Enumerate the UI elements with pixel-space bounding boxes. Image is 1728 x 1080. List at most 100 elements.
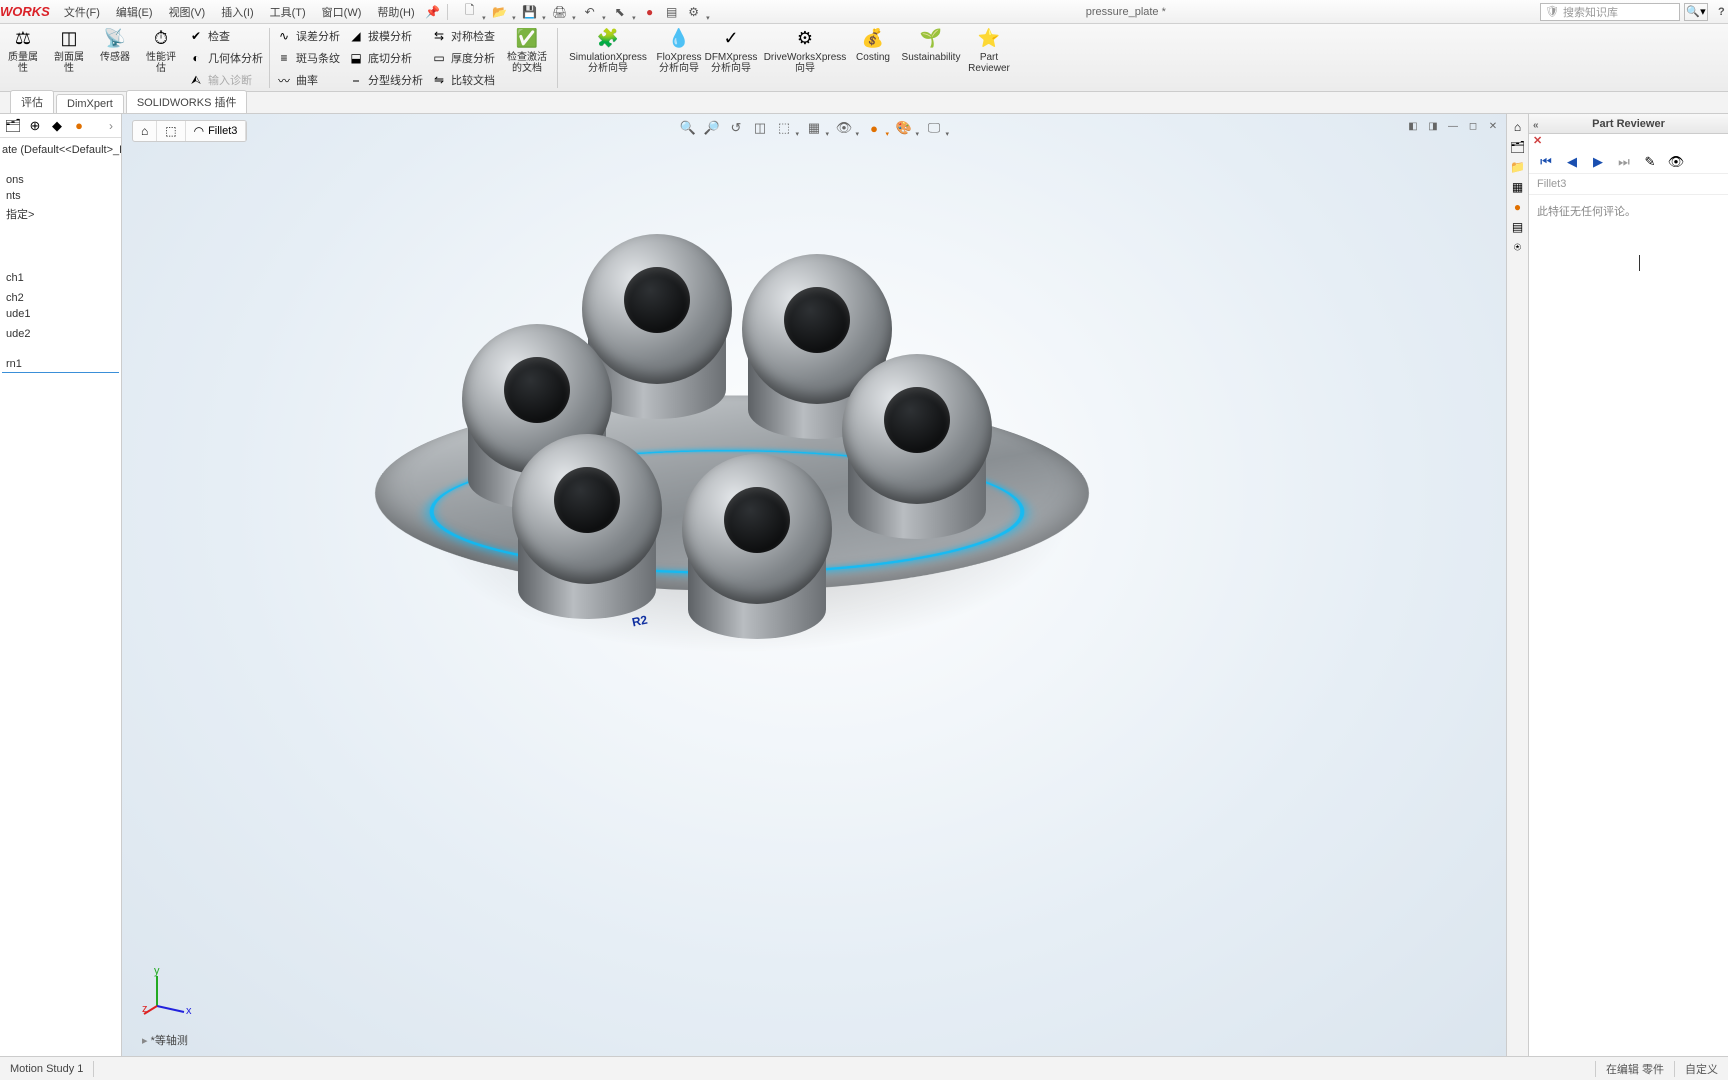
hide-show-icon[interactable]: 👁: [833, 118, 855, 138]
mass-properties-button[interactable]: ⚖质量属性: [0, 24, 46, 76]
appearances-icon[interactable]: ●: [1509, 198, 1527, 216]
feature-tree[interactable]: ate (Default<<Default>_P ons nts 指定> ch1…: [0, 138, 121, 1056]
tree-item[interactable]: ude2: [2, 326, 119, 342]
thickness-analysis-button[interactable]: ▭厚度分析: [431, 48, 495, 68]
undo-icon[interactable]: ↶: [580, 2, 600, 22]
zebra-stripes-button[interactable]: ≡斑马条纹: [276, 48, 340, 68]
next-icon[interactable]: ▶: [1587, 153, 1609, 171]
section-view-icon[interactable]: ◫: [749, 118, 771, 138]
geometry-analysis-button[interactable]: ◐几何体分析: [188, 48, 263, 68]
menu-help[interactable]: 帮助(H): [369, 4, 422, 20]
breadcrumb-home[interactable]: ⌂: [133, 121, 157, 141]
dock-right-icon[interactable]: ◨: [1424, 118, 1442, 134]
tree-item[interactable]: ch1: [2, 270, 119, 286]
display-style-icon[interactable]: ▦: [803, 118, 825, 138]
menu-tools[interactable]: 工具(T): [262, 4, 314, 20]
tree-item[interactable]: 指定>: [2, 204, 119, 224]
last-icon[interactable]: ⏭: [1613, 153, 1635, 171]
draft-analysis-button[interactable]: ◢拔模分析: [348, 26, 423, 46]
view-palette-icon[interactable]: ▦: [1509, 178, 1527, 196]
design-library-icon[interactable]: 🗂: [1509, 138, 1527, 156]
view-settings-icon[interactable]: 🖵: [923, 118, 945, 138]
search-button[interactable]: 🔍▾: [1684, 3, 1708, 21]
tab-dimxpert[interactable]: DimXpert: [56, 94, 124, 113]
menu-insert[interactable]: 插入(I): [213, 4, 261, 20]
zoom-fit-icon[interactable]: 🔍: [677, 118, 699, 138]
menu-window[interactable]: 窗口(W): [314, 4, 370, 20]
menu-file[interactable]: 文件(F): [56, 4, 108, 20]
options-icon[interactable]: ▤: [662, 2, 682, 22]
tree-item[interactable]: nts: [2, 188, 119, 204]
rebuild-icon[interactable]: ●: [640, 2, 660, 22]
breadcrumb-part[interactable]: ⬚: [157, 121, 185, 141]
forum-icon[interactable]: ⍟: [1509, 238, 1527, 256]
simulationxpress-button[interactable]: 🧩SimulationXpress分析向导: [560, 24, 656, 76]
expand-panel-icon[interactable]: ›: [105, 119, 117, 133]
parting-line-button[interactable]: ⎯分型线分析: [348, 70, 423, 90]
check-button[interactable]: ✔检查: [188, 26, 263, 46]
save-icon[interactable]: 💾: [520, 2, 540, 22]
dfmxpress-button[interactable]: ✓DFMXpress分析向导: [702, 24, 760, 76]
part-reviewer-button[interactable]: ⭐PartReviewer: [966, 24, 1012, 76]
collapse-icon[interactable]: «: [1533, 116, 1539, 136]
deviation-analysis-button[interactable]: ∿误差分析: [276, 26, 340, 46]
tree-item[interactable]: ons: [2, 172, 119, 188]
import-diagnostics-button[interactable]: ⮙输入诊断: [188, 70, 263, 90]
select-icon[interactable]: ⬉: [610, 2, 630, 22]
status-custom[interactable]: 自定义: [1674, 1061, 1728, 1077]
open-icon[interactable]: 📂: [490, 2, 510, 22]
tree-item[interactable]: ch2: [2, 290, 119, 306]
appearance-tab-icon[interactable]: ●: [70, 117, 88, 135]
prev-view-icon[interactable]: ↺: [725, 118, 747, 138]
orientation-triad[interactable]: y x z: [142, 966, 192, 1016]
costing-button[interactable]: 💰Costing: [850, 24, 896, 65]
tree-item[interactable]: ude1: [2, 306, 119, 322]
check-active-doc-button[interactable]: ✅检查激活的文档: [499, 24, 555, 76]
print-icon[interactable]: 🖨: [550, 2, 570, 22]
breadcrumb-feature[interactable]: ◠Fillet3: [186, 121, 247, 141]
property-manager-tab-icon[interactable]: ⊕: [26, 117, 44, 135]
home-icon[interactable]: ⌂: [1509, 118, 1527, 136]
performance-eval-button[interactable]: ⏱性能评估: [138, 24, 184, 76]
menu-view[interactable]: 视图(V): [161, 4, 214, 20]
dock-left-icon[interactable]: ◧: [1404, 118, 1422, 134]
search-input[interactable]: 🛡 搜索知识库: [1540, 3, 1680, 21]
zoom-area-icon[interactable]: 🔎: [701, 118, 723, 138]
sensor-button[interactable]: 📡传感器: [92, 24, 138, 65]
appearance-icon[interactable]: ●: [863, 118, 885, 138]
view-orientation-icon[interactable]: ⬚: [773, 118, 795, 138]
section-properties-button[interactable]: ◫剖面属性: [46, 24, 92, 76]
tree-item[interactable]: rn1: [2, 356, 119, 373]
edit-icon[interactable]: ✎: [1639, 153, 1661, 171]
scene-icon[interactable]: 🎨: [893, 118, 915, 138]
settings-icon[interactable]: ⚙: [684, 2, 704, 22]
config-manager-tab-icon[interactable]: ◆: [48, 117, 66, 135]
undercut-analysis-button[interactable]: ⬓底切分析: [348, 48, 423, 68]
sustainability-button[interactable]: 🌱Sustainability: [896, 24, 966, 65]
feature-tree-tab-icon[interactable]: 🗂: [4, 117, 22, 135]
tab-plugins[interactable]: SOLIDWORKS 插件: [126, 90, 248, 113]
close-icon[interactable]: ✕: [1484, 118, 1502, 134]
floxpress-button[interactable]: 💧FloXpress分析向导: [656, 24, 702, 76]
motion-study-tab[interactable]: Motion Study 1: [0, 1061, 94, 1077]
curvature-button[interactable]: 〰曲率: [276, 70, 340, 90]
close-icon[interactable]: ✕: [1533, 135, 1542, 147]
symmetry-check-button[interactable]: ⇆对称检查: [431, 26, 495, 46]
prev-icon[interactable]: ◀: [1561, 153, 1583, 171]
first-icon[interactable]: ⏮: [1535, 153, 1557, 171]
show-icon[interactable]: 👁: [1665, 153, 1687, 171]
driveworksxpress-button[interactable]: ⚙DriveWorksXpress向导: [760, 24, 850, 76]
menu-edit[interactable]: 编辑(E): [108, 4, 161, 20]
graphics-viewport[interactable]: ⌂ ⬚ ◠Fillet3 🔍 🔎 ↺ ◫ ⬚ ▦ 👁 ● 🎨 🖵 ◧ ◨ — ◻…: [122, 114, 1506, 1056]
custom-props-icon[interactable]: ▤: [1509, 218, 1527, 236]
tab-evaluate[interactable]: 评估: [10, 90, 54, 113]
pin-icon[interactable]: 📌: [423, 2, 443, 22]
compare-docs-button[interactable]: ⇋比较文档: [431, 70, 495, 90]
minimize-icon[interactable]: —: [1444, 118, 1462, 134]
maximize-icon[interactable]: ◻: [1464, 118, 1482, 134]
tree-root[interactable]: ate (Default<<Default>_P: [2, 142, 119, 158]
help-button[interactable]: ?: [1712, 6, 1728, 18]
reviewer-comment-area[interactable]: 此特征无任何评论。: [1529, 195, 1728, 1056]
file-explorer-icon[interactable]: 📁: [1509, 158, 1527, 176]
new-icon[interactable]: 🗋: [460, 2, 480, 22]
